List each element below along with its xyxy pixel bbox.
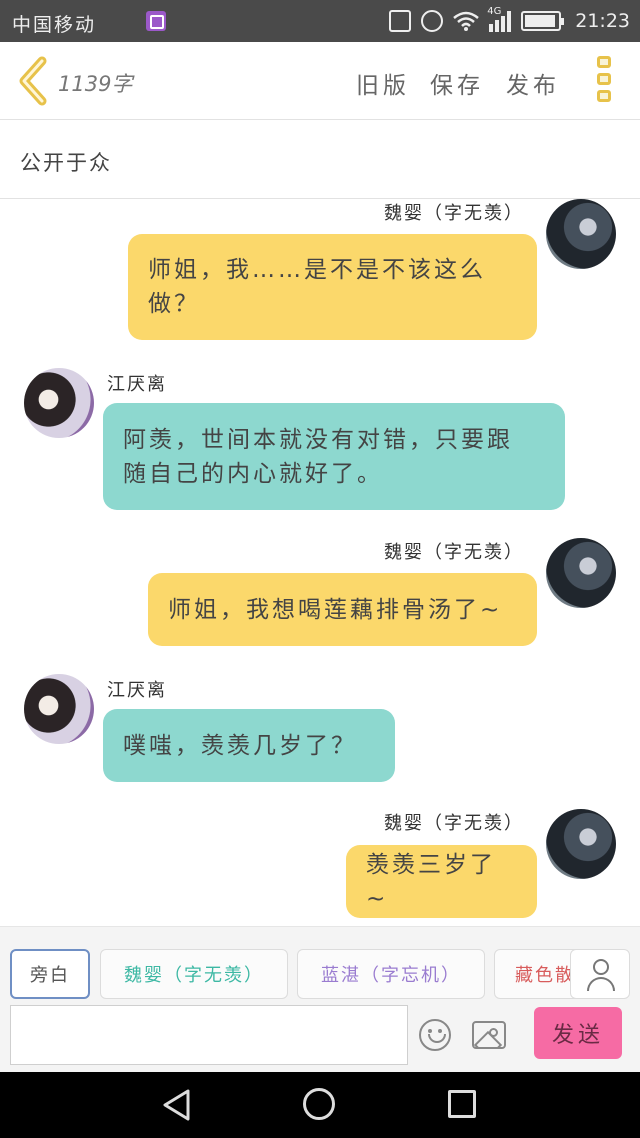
publish-button[interactable]: 发布 — [506, 66, 560, 100]
message-bubble[interactable]: 阿羡，世间本就没有对错，只要跟 随自己的内心就好了。 — [103, 403, 565, 510]
message-line: 师姐，我想喝莲藕排骨汤了~ — [168, 596, 503, 623]
avatar[interactable] — [24, 368, 94, 438]
nav-home-icon[interactable] — [303, 1088, 335, 1120]
composer-panel: 旁白 魏婴（字无羡） 蓝湛（字忘机） 藏色散 发送 — [0, 926, 640, 1072]
message-line: 羡羡三岁了~ — [366, 851, 496, 912]
avatar[interactable] — [546, 538, 616, 608]
character-chip[interactable]: 魏婴（字无羡） — [100, 949, 288, 999]
sender-name: 江厌离 — [107, 374, 167, 395]
image-icon[interactable] — [472, 1021, 506, 1049]
vibrate-icon — [389, 10, 412, 32]
character-chip[interactable]: 蓝湛（字忘机） — [297, 949, 485, 999]
more-menu-icon[interactable] — [594, 56, 614, 108]
chat-area[interactable]: 魏婴（字无羡） 师姐，我……是不是不该这么 做？ 江厌离 阿羡，世间本就没有对错… — [0, 199, 640, 926]
message-line: 师姐，我……是不是不该这么 — [148, 257, 486, 283]
visibility-label: 公开于众 — [20, 151, 112, 175]
message-bubble[interactable]: 羡羡三岁了~ — [346, 845, 537, 918]
sender-name: 魏婴（字无羡） — [384, 542, 524, 563]
nav-recents-icon[interactable] — [448, 1090, 476, 1118]
status-bar: 中国移动 4G 21:23 — [0, 0, 640, 42]
avatar[interactable] — [546, 199, 616, 269]
emoji-icon[interactable] — [419, 1019, 451, 1051]
editor-header: 1139字 旧版 保存 发布 — [0, 42, 640, 120]
nav-back-icon[interactable] — [160, 1088, 194, 1122]
save-button[interactable]: 保存 — [430, 66, 484, 100]
message-line: 做？ — [148, 291, 200, 317]
character-manage-icon[interactable] — [570, 949, 630, 999]
narration-chip[interactable]: 旁白 — [10, 949, 90, 999]
sender-name: 魏婴（字无羡） — [384, 203, 524, 224]
alarm-icon — [421, 10, 444, 32]
old-version-button[interactable]: 旧版 — [356, 66, 410, 100]
network-type-label: 4G — [487, 6, 502, 17]
signal-icon: 4G — [487, 6, 512, 32]
message-line: 噗嗤，羡羡几岁了？ — [123, 732, 357, 759]
system-nav-bar — [0, 1072, 640, 1138]
visibility-selector[interactable]: 公开于众 — [0, 121, 640, 199]
gallery-notification-icon — [146, 11, 166, 31]
back-arrow-icon[interactable] — [14, 56, 54, 106]
send-button[interactable]: 发送 — [534, 1007, 622, 1059]
clock: 21:23 — [575, 10, 630, 32]
sender-name: 江厌离 — [107, 680, 167, 701]
message-line: 随自己的内心就好了。 — [123, 460, 383, 487]
wifi-icon — [453, 11, 480, 31]
message-input[interactable] — [10, 1005, 408, 1065]
carrier-label: 中国移动 — [12, 14, 97, 36]
sender-name: 魏婴（字无羡） — [384, 813, 524, 834]
avatar[interactable] — [24, 674, 94, 744]
message-bubble[interactable]: 师姐，我想喝莲藕排骨汤了~ — [148, 573, 537, 646]
message-line: 阿羡，世间本就没有对错，只要跟 — [123, 426, 513, 453]
message-bubble[interactable]: 噗嗤，羡羡几岁了？ — [103, 709, 395, 782]
battery-icon — [521, 11, 565, 31]
avatar[interactable] — [546, 809, 616, 879]
message-bubble[interactable]: 师姐，我……是不是不该这么 做？ — [128, 234, 537, 340]
word-count: 1139字 — [58, 72, 133, 96]
